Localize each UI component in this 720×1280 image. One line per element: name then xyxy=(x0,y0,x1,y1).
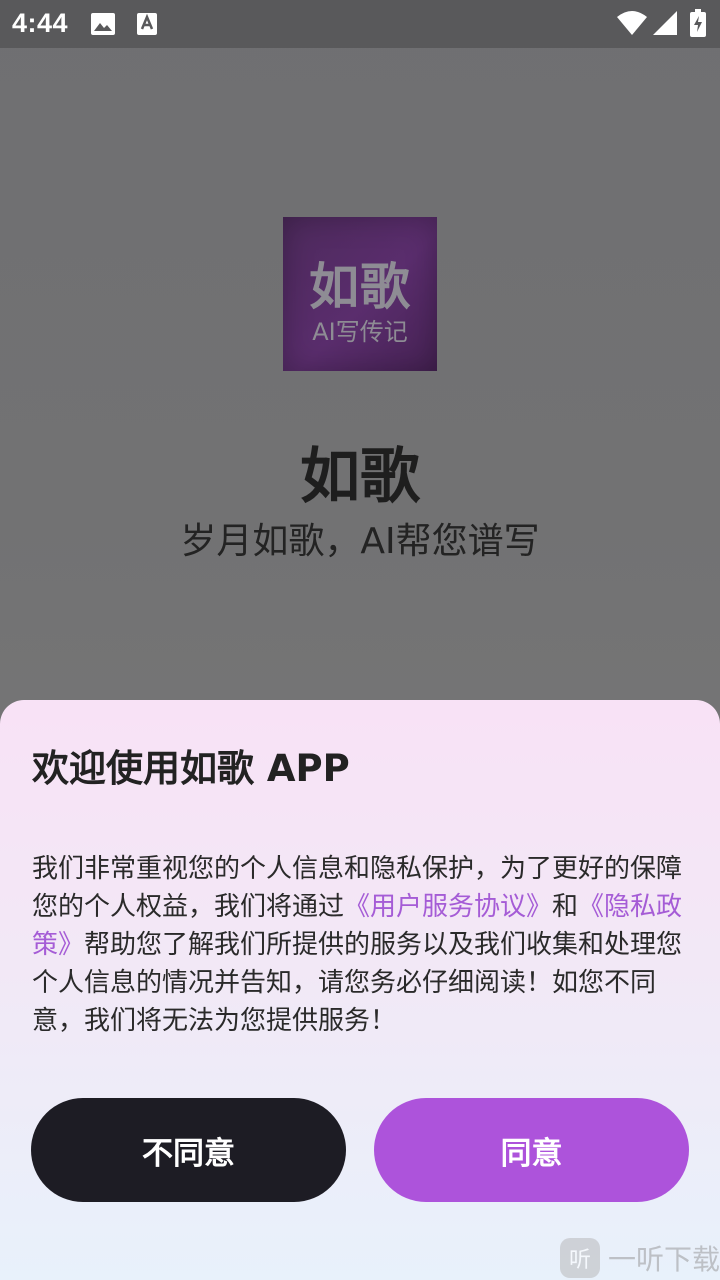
status-bar: 4:44 xyxy=(0,0,720,48)
agree-button[interactable]: 同意 xyxy=(374,1098,689,1202)
app-slogan: 岁月如歌，AI帮您谱写 xyxy=(180,521,540,562)
battery-icon xyxy=(690,9,706,41)
watermark: 听 一听下载 xyxy=(560,1236,720,1280)
text-icon xyxy=(136,12,158,40)
signal-icon xyxy=(652,10,678,40)
app-name: 如歌 xyxy=(300,442,420,512)
body-text-part3: 帮助您了解我们所提供的服务以及我们收集和处理您个人信息的情况并告知，请您务必仔细… xyxy=(32,930,683,1036)
app-logo: 如歌 AI写传记 xyxy=(283,217,437,371)
dialog-title: 欢迎使用如歌 APP xyxy=(32,747,350,790)
disagree-button[interactable]: 不同意 xyxy=(31,1098,346,1202)
user-agreement-link[interactable]: 《用户服务协议》 xyxy=(344,892,552,922)
status-time: 4:44 xyxy=(12,8,69,38)
watermark-text: 一听下载 xyxy=(608,1243,720,1276)
wifi-icon xyxy=(616,10,648,40)
dialog-body: 我们非常重视您的个人信息和隐私保护，为了更好的保障您的个人权益，我们将通过《用户… xyxy=(32,850,692,1040)
logo-main-text: 如歌 xyxy=(309,258,411,316)
watermark-logo-icon: 听 xyxy=(560,1238,600,1278)
image-icon xyxy=(90,12,116,40)
body-text-part2: 和 xyxy=(552,892,579,922)
privacy-dialog: 欢迎使用如歌 APP 我们非常重视您的个人信息和隐私保护，为了更好的保障您的个人… xyxy=(0,700,720,1280)
logo-sub-text: AI写传记 xyxy=(312,318,408,346)
